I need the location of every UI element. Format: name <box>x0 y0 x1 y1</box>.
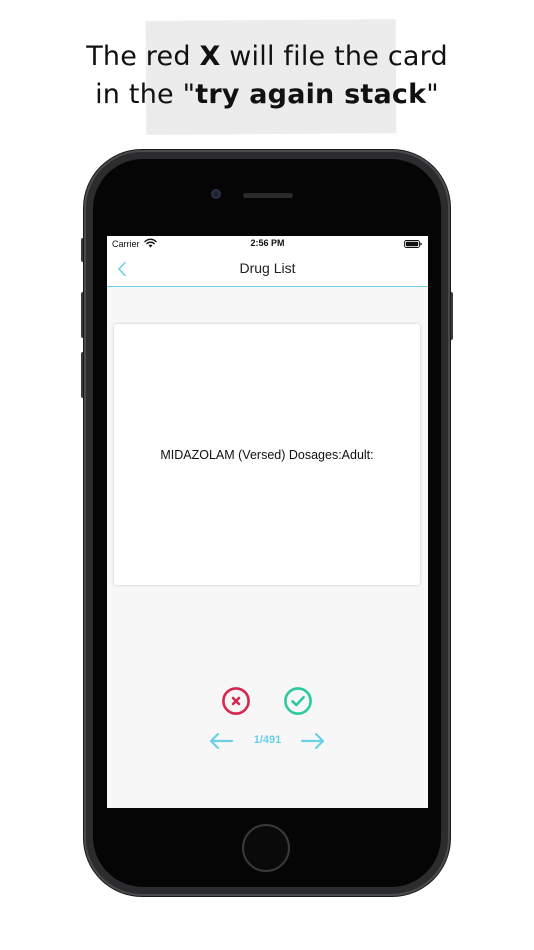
app-store-screenshot: The red X will file the card in the "try… <box>0 0 534 950</box>
promo-caption: The red X will file the card in the "try… <box>0 38 534 114</box>
battery-icon <box>404 240 422 248</box>
card-question: MIDAZOLAM (Versed) Dosages:Adult: <box>160 448 374 462</box>
status-bar: Carrier 2:56 PM <box>107 236 428 252</box>
page-counter: 1/491 <box>253 734 282 746</box>
home-button[interactable] <box>242 824 290 872</box>
check-circle-icon[interactable] <box>283 686 313 716</box>
caption-line-1: The red X will file the card <box>86 41 448 72</box>
arrow-right-icon[interactable] <box>300 732 326 750</box>
nav-title: Drug List <box>239 260 296 276</box>
caption-line-2: in the "try again stack" <box>95 79 439 110</box>
app-screen: Carrier 2:56 PM Drug List MIDAZOLAM (Ver… <box>107 236 428 808</box>
arrow-left-icon[interactable] <box>208 732 234 750</box>
navigation-bar: Drug List <box>107 252 428 287</box>
x-circle-icon[interactable] <box>221 686 251 716</box>
front-camera <box>211 189 221 199</box>
flash-card[interactable]: MIDAZOLAM (Versed) Dosages:Adult: <box>114 324 420 585</box>
status-time: 2:56 PM <box>250 238 285 248</box>
earpiece-speaker <box>243 193 293 198</box>
